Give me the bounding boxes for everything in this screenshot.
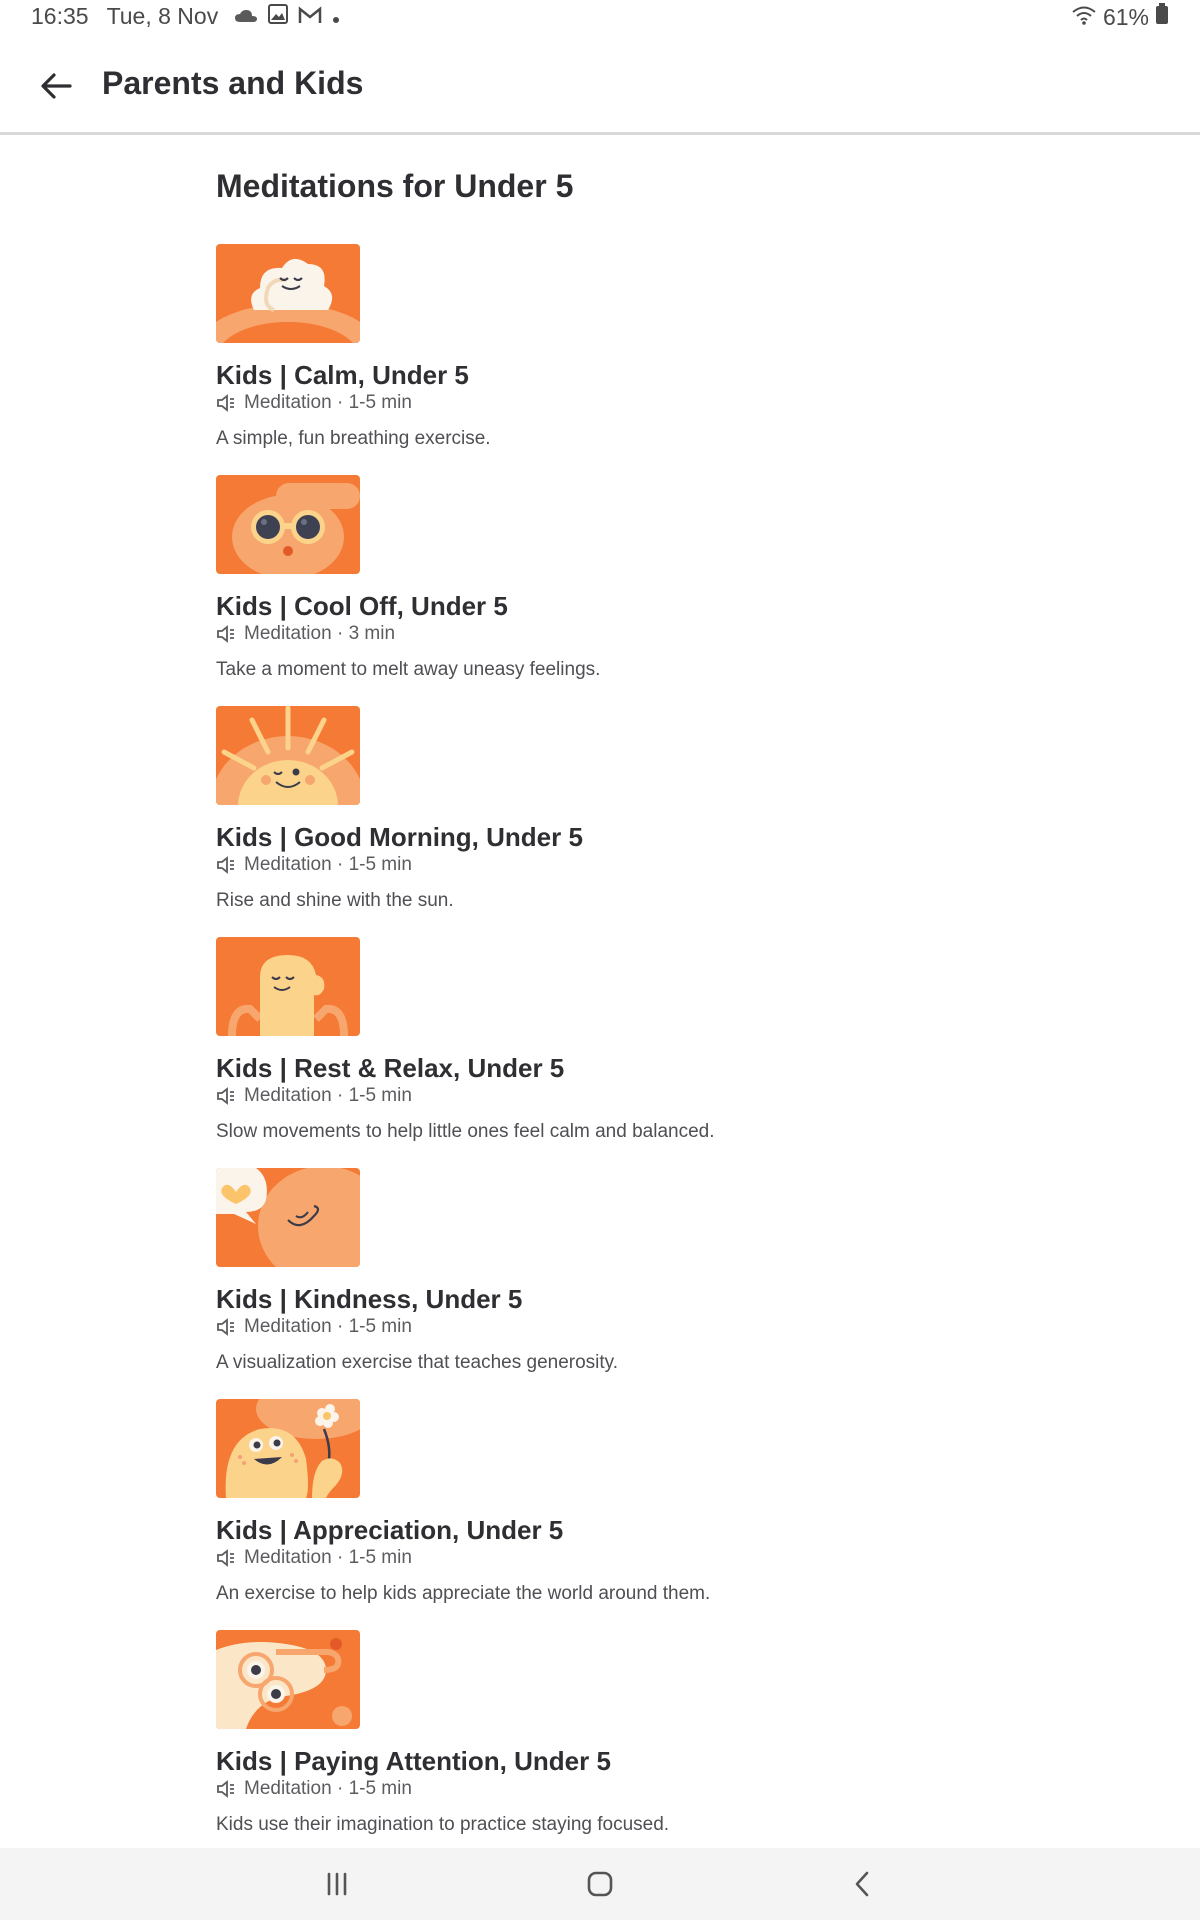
item-meta: Meditation · 1-5 min <box>216 392 412 414</box>
flower-character-thumbnail <box>216 1399 360 1498</box>
meta-separator: · <box>336 1778 344 1799</box>
item-type: Meditation <box>244 1778 332 1799</box>
item-meta: Meditation · 3 min <box>216 623 395 645</box>
item-description: Rise and shine with the sun. <box>216 890 454 911</box>
item-meta: Meditation · 1-5 min <box>216 1547 412 1569</box>
item-type: Meditation <box>244 392 332 413</box>
item-meta: Meditation · 1-5 min <box>216 854 412 876</box>
audio-icon <box>217 1318 234 1336</box>
item-description: An exercise to help kids appreciate the … <box>216 1583 711 1604</box>
item-description: Take a moment to melt away uneasy feelin… <box>216 659 601 680</box>
audio-icon <box>217 856 234 874</box>
cloud-face-thumbnail <box>216 244 360 343</box>
gmail-icon <box>298 3 322 30</box>
list-item[interactable]: Kids | Good Morning, Under 5 Meditation … <box>216 706 1116 937</box>
item-title: Kids | Cool Off, Under 5 <box>216 591 508 621</box>
item-type: Meditation <box>244 854 332 875</box>
cloud-icon <box>234 3 258 30</box>
status-date: Tue, 8 Nov <box>106 3 219 29</box>
meta-separator: · <box>336 1547 344 1568</box>
gallery-icon <box>268 3 289 30</box>
arrow-left-icon <box>41 73 72 99</box>
item-duration: 1-5 min <box>348 854 412 875</box>
recent-apps-icon <box>327 1872 347 1896</box>
item-duration: 1-5 min <box>348 1778 412 1799</box>
meta-separator: · <box>336 392 344 413</box>
section-title: Meditations for Under 5 <box>216 168 574 204</box>
meta-separator: · <box>336 854 344 875</box>
nav-back-button[interactable] <box>841 1862 885 1906</box>
item-duration: 1-5 min <box>348 1085 412 1106</box>
item-type: Meditation <box>244 1547 332 1568</box>
item-type: Meditation <box>244 623 332 644</box>
back-icon <box>855 1871 869 1897</box>
sunglasses-face-thumbnail <box>216 475 360 574</box>
item-duration: 1-5 min <box>348 1547 412 1568</box>
page-title: Parents and Kids <box>102 65 364 101</box>
item-title: Kids | Calm, Under 5 <box>216 360 469 390</box>
home-icon <box>587 1871 613 1897</box>
list-item[interactable]: Kids | Kindness, Under 5 Meditation · 1-… <box>216 1168 1116 1399</box>
item-description: Slow movements to help little ones feel … <box>216 1121 715 1142</box>
status-right: 61% <box>1071 3 1169 31</box>
item-type: Meditation <box>244 1085 332 1106</box>
status-bar: 16:35 Tue, 8 Nov 61% <box>0 0 1200 36</box>
system-nav-bar <box>0 1848 1200 1920</box>
item-title: Kids | Good Morning, Under 5 <box>216 822 583 852</box>
back-button[interactable] <box>34 64 78 108</box>
meta-separator: · <box>336 1085 344 1106</box>
list-item[interactable]: Kids | Rest & Relax, Under 5 Meditation … <box>216 937 1116 1168</box>
app-bar: Parents and Kids <box>0 36 1200 135</box>
item-title: Kids | Appreciation, Under 5 <box>216 1515 564 1545</box>
list-item[interactable]: Kids | Calm, Under 5 Meditation · 1-5 mi… <box>216 244 1116 475</box>
notification-dot-icon <box>332 3 340 30</box>
item-duration: 1-5 min <box>348 1316 412 1337</box>
item-type: Meditation <box>244 1316 332 1337</box>
list-item[interactable]: Kids | Appreciation, Under 5 Meditation … <box>216 1399 1116 1630</box>
audio-icon <box>217 1549 234 1567</box>
item-meta: Meditation · 1-5 min <box>216 1085 412 1107</box>
item-duration: 3 min <box>348 623 396 644</box>
meditation-list: Kids | Calm, Under 5 Meditation · 1-5 mi… <box>216 244 1116 1861</box>
battery-icon <box>1155 3 1169 31</box>
item-meta: Meditation · 1-5 min <box>216 1316 412 1338</box>
item-description: A visualization exercise that teaches ge… <box>216 1352 619 1373</box>
rising-sun-thumbnail <box>216 706 360 805</box>
meta-separator: · <box>336 1316 344 1337</box>
wifi-icon <box>1071 4 1097 31</box>
item-duration: 1-5 min <box>348 392 412 413</box>
item-meta: Meditation · 1-5 min <box>216 1778 412 1800</box>
audio-icon <box>217 1087 234 1105</box>
battery-percent: 61% <box>1102 3 1149 30</box>
audio-icon <box>217 394 234 412</box>
item-description: Kids use their imagination to practice s… <box>216 1814 670 1835</box>
item-title: Kids | Kindness, Under 5 <box>216 1284 523 1314</box>
item-title: Kids | Rest & Relax, Under 5 <box>216 1053 565 1083</box>
meta-separator: · <box>336 623 344 644</box>
relaxed-character-thumbnail <box>216 937 360 1036</box>
home-button[interactable] <box>578 1862 622 1906</box>
binoculars-character-thumbnail <box>216 1630 360 1729</box>
item-description: A simple, fun breathing exercise. <box>216 428 491 449</box>
audio-icon <box>217 1780 234 1798</box>
list-item[interactable]: Kids | Cool Off, Under 5 Meditation · 3 … <box>216 475 1116 706</box>
status-time: 16:35 <box>31 3 89 29</box>
list-item[interactable]: Kids | Paying Attention, Under 5 Meditat… <box>216 1630 1116 1861</box>
heart-bubble-thumbnail <box>216 1168 360 1267</box>
status-left: 16:35 Tue, 8 Nov <box>31 3 350 30</box>
audio-icon <box>217 625 234 643</box>
recent-apps-button[interactable] <box>315 1862 359 1906</box>
item-title: Kids | Paying Attention, Under 5 <box>216 1746 611 1776</box>
